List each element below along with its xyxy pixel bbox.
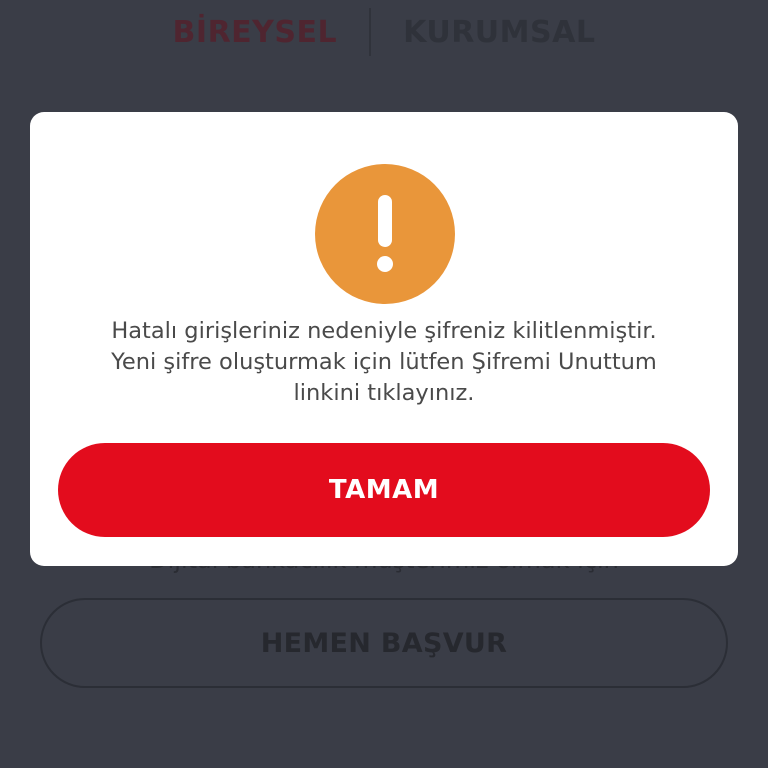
alert-message-line: Hatalı girişleriniz nedeniyle şifreniz k…	[111, 318, 657, 344]
screen: BİREYSEL KURUMSAL Dijital bankacılık müş…	[0, 0, 768, 768]
ok-button[interactable]: TAMAM	[58, 443, 710, 537]
tab-corporate[interactable]: KURUMSAL	[371, 4, 627, 60]
tab-individual[interactable]: BİREYSEL	[141, 4, 370, 60]
apply-now-button[interactable]: HEMEN BAŞVUR	[40, 598, 728, 688]
customer-type-tabs: BİREYSEL KURUMSAL	[0, 0, 768, 64]
exclamation-bar	[378, 195, 392, 247]
exclamation-icon	[315, 164, 455, 304]
alert-message-line: Yeni şifre oluşturmak için lütfen Şifrem…	[111, 349, 657, 375]
alert-message-line: linkini tıklayınız.	[293, 380, 475, 406]
alert-dialog: Hatalı girişleriniz nedeniyle şifreniz k…	[30, 112, 738, 566]
exclamation-dot	[377, 256, 393, 272]
alert-message: Hatalı girişleriniz nedeniyle şifreniz k…	[50, 316, 718, 409]
